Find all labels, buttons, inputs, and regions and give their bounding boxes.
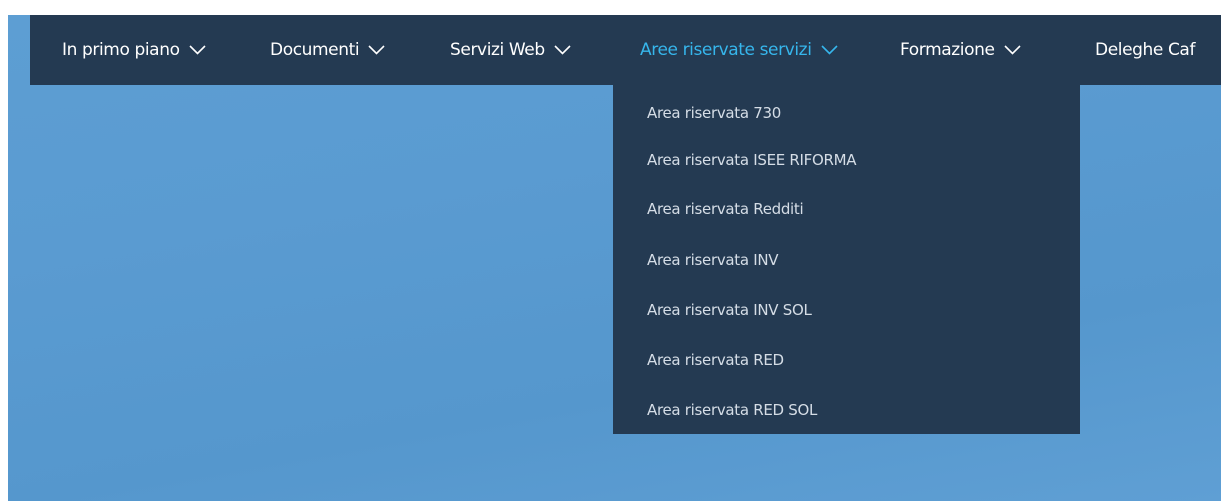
- dropdown-item-area-riservata-730[interactable]: Area riservata 730: [647, 104, 781, 122]
- nav-item-label: Aree riservate servizi: [640, 40, 812, 60]
- dropdown-item-area-riservata-isee-riforma[interactable]: Area riservata ISEE RIFORMA: [647, 151, 857, 169]
- dropdown-item-area-riservata-redditi[interactable]: Area riservata Redditi: [647, 200, 804, 218]
- nav-item-label: Servizi Web: [450, 40, 545, 60]
- nav-item-in-primo-piano[interactable]: In primo piano: [62, 15, 206, 85]
- nav-item-deleghe-caf[interactable]: Deleghe Caf: [1095, 15, 1195, 85]
- chevron-down-icon: [554, 45, 571, 55]
- dropdown-item-area-riservata-red[interactable]: Area riservata RED: [647, 351, 784, 369]
- dropdown-item-area-riservata-inv-sol[interactable]: Area riservata INV SOL: [647, 301, 812, 319]
- page-background: In primo piano Documenti Servizi Web Are…: [8, 15, 1221, 501]
- main-navbar: In primo piano Documenti Servizi Web Are…: [30, 15, 1221, 85]
- chevron-down-icon: [189, 45, 206, 55]
- nav-item-label: Deleghe Caf: [1095, 40, 1196, 60]
- nav-item-label: In primo piano: [62, 40, 180, 60]
- nav-item-label: Documenti: [270, 40, 360, 60]
- dropdown-menu-aree-riservate: Area riservata 730 Area riservata ISEE R…: [613, 85, 1080, 434]
- chevron-down-icon: [368, 45, 385, 55]
- dropdown-item-area-riservata-red-sol[interactable]: Area riservata RED SOL: [647, 401, 817, 419]
- dropdown-item-area-riservata-inv[interactable]: Area riservata INV: [647, 251, 779, 269]
- chevron-down-icon: [820, 45, 838, 55]
- nav-item-label: Formazione: [900, 40, 995, 60]
- nav-item-documenti[interactable]: Documenti: [270, 15, 385, 85]
- nav-item-aree-riservate-servizi[interactable]: Aree riservate servizi: [640, 15, 838, 85]
- nav-item-servizi-web[interactable]: Servizi Web: [450, 15, 571, 85]
- nav-item-formazione[interactable]: Formazione: [900, 15, 1021, 85]
- chevron-down-icon: [1003, 45, 1021, 55]
